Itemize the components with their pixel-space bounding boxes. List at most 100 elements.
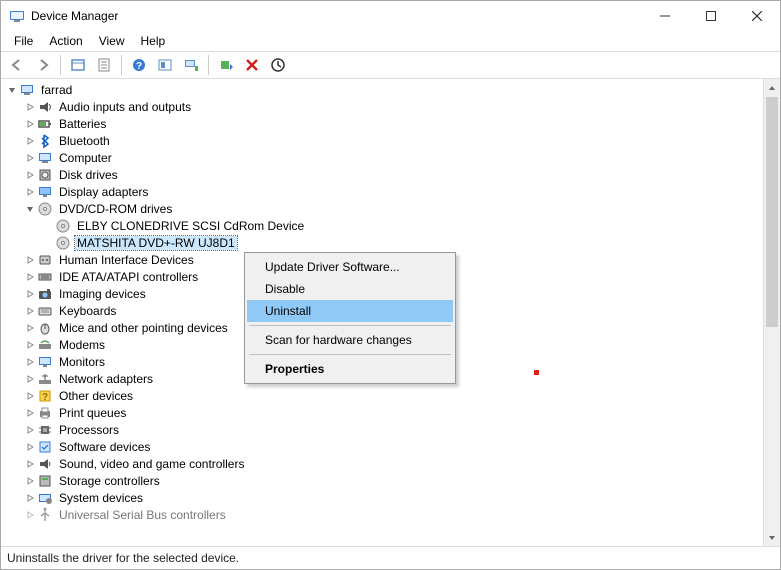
scroll-thumb[interactable]	[766, 97, 778, 327]
twisty-collapsed[interactable]	[23, 117, 37, 131]
tree-category[interactable]: Storage controllers	[1, 472, 763, 489]
minimize-button[interactable]	[642, 1, 688, 31]
tree-category[interactable]: Print queues	[1, 404, 763, 421]
tree-device[interactable]: MATSHITA DVD+-RW UJ8D1	[1, 234, 763, 251]
tree-device[interactable]: ELBY CLONEDRIVE SCSI CdRom Device	[1, 217, 763, 234]
dvd-icon	[55, 235, 71, 251]
twisty-collapsed[interactable]	[23, 355, 37, 369]
twisty-collapsed[interactable]	[23, 100, 37, 114]
menu-view[interactable]: View	[92, 32, 132, 50]
scroll-down-button[interactable]	[764, 529, 780, 546]
other-icon: ?	[37, 388, 53, 404]
tree-root[interactable]: farrad	[1, 81, 763, 98]
content-area: farrad Audio inputs and outputs Batteries B…	[1, 79, 780, 547]
usb-icon	[37, 507, 53, 523]
show-console-button[interactable]	[66, 53, 90, 77]
twisty-collapsed[interactable]	[23, 270, 37, 284]
back-button[interactable]	[5, 53, 29, 77]
forward-button[interactable]	[31, 53, 55, 77]
scroll-up-button[interactable]	[764, 79, 780, 96]
twisty-collapsed[interactable]	[23, 151, 37, 165]
svg-text:?: ?	[42, 392, 48, 403]
close-button[interactable]	[734, 1, 780, 31]
tree-category-label: Display adapters	[57, 185, 150, 199]
tree-device-label: MATSHITA DVD+-RW UJ8D1	[75, 236, 237, 250]
tree-category[interactable]: System devices	[1, 489, 763, 506]
menubar: File Action View Help	[1, 31, 780, 51]
ctx-scan[interactable]: Scan for hardware changes	[247, 329, 453, 351]
tree-category-label: Network adapters	[57, 372, 155, 386]
tree-category[interactable]: ?Other devices	[1, 387, 763, 404]
twisty-collapsed[interactable]	[23, 372, 37, 386]
twisty-collapsed[interactable]	[23, 508, 37, 522]
twisty-collapsed[interactable]	[23, 440, 37, 454]
modem-icon	[37, 337, 53, 353]
computer-icon	[19, 82, 35, 98]
twisty-collapsed[interactable]	[23, 168, 37, 182]
tree-category-label: Batteries	[57, 117, 108, 131]
display-icon	[37, 184, 53, 200]
twisty-collapsed[interactable]	[23, 474, 37, 488]
disk-icon	[37, 167, 53, 183]
twisty-expanded[interactable]	[23, 202, 37, 216]
twisty-collapsed[interactable]	[23, 389, 37, 403]
tree-category[interactable]: Sound, video and game controllers	[1, 455, 763, 472]
tree-root-label: farrad	[39, 83, 74, 97]
ctx-uninstall[interactable]: Uninstall	[247, 300, 453, 322]
system-icon	[37, 490, 53, 506]
tree-category[interactable]: Display adapters	[1, 183, 763, 200]
menu-file[interactable]: File	[7, 32, 40, 50]
bluetooth-icon	[37, 133, 53, 149]
twisty-collapsed[interactable]	[23, 491, 37, 505]
ctx-properties[interactable]: Properties	[247, 358, 453, 380]
help-button[interactable]: ?	[127, 53, 151, 77]
tree-category-label: Bluetooth	[57, 134, 112, 148]
devices-computer-button[interactable]	[179, 53, 203, 77]
uninstall-button[interactable]	[240, 53, 264, 77]
status-text: Uninstalls the driver for the selected d…	[7, 551, 239, 565]
tree-category[interactable]: Computer	[1, 149, 763, 166]
show-hidden-button[interactable]	[153, 53, 177, 77]
menu-help[interactable]: Help	[134, 32, 173, 50]
tree-category-label: Audio inputs and outputs	[57, 100, 193, 114]
tree-category[interactable]: Processors	[1, 421, 763, 438]
twisty-collapsed[interactable]	[23, 457, 37, 471]
twisty-collapsed[interactable]	[23, 253, 37, 267]
tree-category[interactable]: Batteries	[1, 115, 763, 132]
tree-category[interactable]: Software devices	[1, 438, 763, 455]
twisty-collapsed[interactable]	[23, 423, 37, 437]
maximize-button[interactable]	[688, 1, 734, 31]
tree-category[interactable]: Disk drives	[1, 166, 763, 183]
twisty-collapsed[interactable]	[23, 304, 37, 318]
svg-text:?: ?	[136, 61, 142, 72]
update-driver-button[interactable]	[214, 53, 238, 77]
tree-category[interactable]: Bluetooth	[1, 132, 763, 149]
device-manager-window: Device Manager File Action View Help ? f…	[0, 0, 781, 570]
mouse-icon	[37, 320, 53, 336]
tree-category[interactable]: Universal Serial Bus controllers	[1, 506, 763, 523]
ctx-update-driver[interactable]: Update Driver Software...	[247, 256, 453, 278]
ctx-disable[interactable]: Disable	[247, 278, 453, 300]
tree-category[interactable]: Audio inputs and outputs	[1, 98, 763, 115]
context-menu: Update Driver Software... Disable Uninst…	[244, 252, 456, 384]
dvd-icon	[37, 201, 53, 217]
scan-hardware-button[interactable]	[266, 53, 290, 77]
twisty-expanded[interactable]	[5, 83, 19, 97]
twisty-collapsed[interactable]	[23, 406, 37, 420]
twisty-collapsed[interactable]	[23, 338, 37, 352]
twisty-collapsed[interactable]	[23, 287, 37, 301]
tree-category[interactable]: DVD/CD-ROM drives	[1, 200, 763, 217]
dvd-icon	[55, 218, 71, 234]
menu-action[interactable]: Action	[42, 32, 89, 50]
twisty-collapsed[interactable]	[23, 134, 37, 148]
print-icon	[37, 405, 53, 421]
tree-category-label: System devices	[57, 491, 145, 505]
scrollbar[interactable]	[763, 79, 780, 546]
properties-button[interactable]	[92, 53, 116, 77]
twisty-collapsed[interactable]	[23, 185, 37, 199]
sound-icon	[37, 456, 53, 472]
tree-category-label: IDE ATA/ATAPI controllers	[57, 270, 200, 284]
tree-category-label: Imaging devices	[57, 287, 148, 301]
twisty-collapsed[interactable]	[23, 321, 37, 335]
ide-icon	[37, 269, 53, 285]
